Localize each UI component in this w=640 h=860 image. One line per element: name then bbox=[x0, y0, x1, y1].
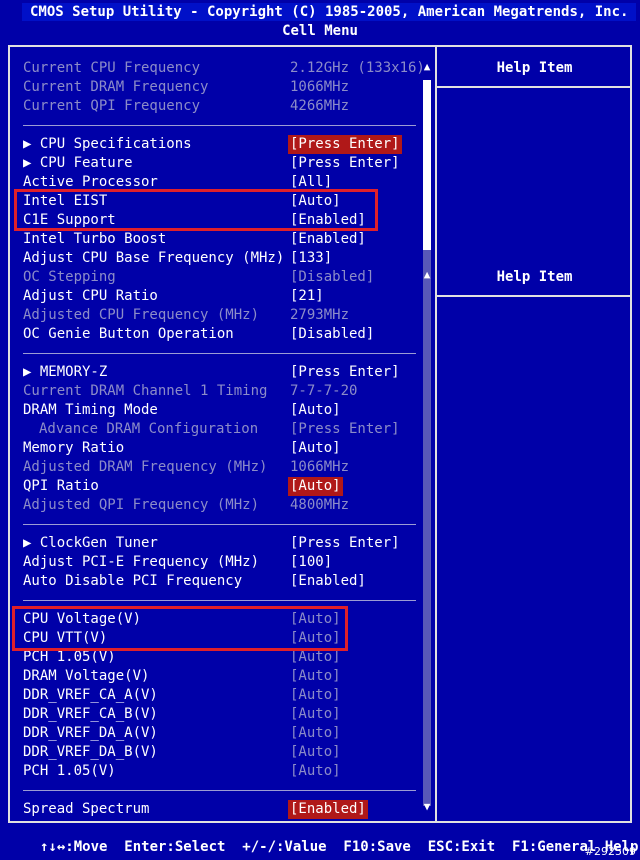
help-item-heading: Help Item bbox=[496, 60, 573, 76]
setting-value[interactable]: [Enabled] bbox=[288, 572, 368, 591]
watermark: #292509 bbox=[584, 845, 636, 858]
setting-label: ▶ CPU Feature bbox=[23, 155, 133, 171]
section-separator bbox=[23, 524, 416, 525]
help-divider-secondary bbox=[437, 295, 632, 297]
setting-label: ▶ MEMORY-Z bbox=[23, 364, 108, 380]
setting-value[interactable]: [Auto] bbox=[288, 743, 343, 762]
setting-value: [Press Enter] bbox=[290, 421, 400, 437]
setting-label: Adjusted CPU Frequency (MHz) bbox=[23, 307, 260, 323]
setting-value[interactable]: [Press Enter] bbox=[288, 534, 402, 553]
setting-value: 1066MHz bbox=[290, 79, 350, 95]
setting-value[interactable]: [Auto] bbox=[288, 705, 343, 724]
copyright-title: CMOS Setup Utility - Copyright (C) 1985-… bbox=[22, 3, 637, 21]
setting-label: Intel EIST bbox=[23, 193, 108, 209]
setting-label: OC Genie Button Operation bbox=[23, 326, 234, 342]
setting-value[interactable]: [Disabled] bbox=[288, 325, 376, 344]
setting-value[interactable]: [Auto] bbox=[288, 401, 343, 420]
setting-value[interactable]: [Auto] bbox=[288, 629, 343, 648]
setting-label: DDR_VREF_DA_A(V) bbox=[23, 725, 158, 741]
setting-value[interactable]: [133] bbox=[288, 249, 334, 268]
setting-label: DRAM Voltage(V) bbox=[23, 668, 150, 684]
setting-label: DRAM Timing Mode bbox=[23, 402, 158, 418]
section-separator bbox=[23, 125, 416, 126]
setting-label: Intel Turbo Boost bbox=[23, 231, 167, 247]
setting-label: Adjust CPU Base Frequency (MHz) bbox=[23, 250, 285, 266]
setting-label: Adjusted DRAM Frequency (MHz) bbox=[23, 459, 268, 475]
setting-value-selected[interactable]: [Enabled] bbox=[288, 800, 368, 819]
setting-label: DDR_VREF_CA_B(V) bbox=[23, 706, 158, 722]
setting-value[interactable]: [Enabled] bbox=[288, 230, 368, 249]
section-separator bbox=[23, 790, 416, 791]
setting-value[interactable]: [Auto] bbox=[288, 192, 343, 211]
up-arrow-icon[interactable]: ▲ bbox=[421, 268, 433, 281]
setting-label: DDR_VREF_CA_A(V) bbox=[23, 687, 158, 703]
setting-value: 1066MHz bbox=[290, 459, 350, 475]
setting-label: Current CPU Frequency bbox=[23, 60, 201, 76]
setting-value[interactable]: [21] bbox=[288, 287, 326, 306]
setting-label: Adjust PCI-E Frequency (MHz) bbox=[23, 554, 260, 570]
setting-label: ▶ CPU Specifications bbox=[23, 136, 192, 152]
setting-value[interactable]: [Press Enter] bbox=[288, 154, 402, 173]
setting-value[interactable]: [Auto] bbox=[288, 762, 343, 781]
setting-value[interactable]: [100] bbox=[288, 553, 334, 572]
section-separator bbox=[23, 353, 416, 354]
help-divider bbox=[437, 86, 632, 88]
setting-label: QPI Ratio bbox=[23, 478, 99, 494]
setting-label: C1E Support bbox=[23, 212, 116, 228]
help-item-heading-secondary: Help Item bbox=[496, 269, 573, 285]
setting-value-selected[interactable]: [Auto] bbox=[288, 477, 343, 496]
setting-value[interactable]: [Auto] bbox=[288, 686, 343, 705]
setting-label: OC Stepping bbox=[23, 269, 116, 285]
setting-value: 7-7-7-20 bbox=[290, 383, 358, 399]
setting-value[interactable]: [Auto] bbox=[288, 667, 343, 686]
setting-value: 2.12GHz (133x16) bbox=[290, 60, 425, 76]
setting-label: Current DRAM Channel 1 Timing bbox=[23, 383, 268, 399]
setting-value: 2793MHz bbox=[290, 307, 350, 323]
setting-value[interactable]: [Auto] bbox=[288, 439, 343, 458]
setting-value: 4800MHz bbox=[290, 497, 350, 513]
up-arrow-icon[interactable]: ▲ bbox=[421, 60, 433, 73]
setting-label: Auto Disable PCI Frequency bbox=[23, 573, 243, 589]
setting-label: PCH 1.05(V) bbox=[23, 763, 116, 779]
setting-value: 4266MHz bbox=[290, 98, 350, 114]
setting-value: [Disabled] bbox=[290, 269, 375, 285]
title-bar: CMOS Setup Utility - Copyright (C) 1985-… bbox=[0, 0, 640, 40]
setting-value[interactable]: [Enabled] bbox=[288, 211, 368, 230]
setting-value[interactable]: [Auto] bbox=[288, 610, 343, 629]
key-help-bar: ↑↓↔:Move Enter:Select +/-/:Value F10:Sav… bbox=[40, 839, 639, 855]
setting-label: Current DRAM Frequency bbox=[23, 79, 209, 95]
setting-label: ▶ ClockGen Tuner bbox=[23, 535, 158, 551]
setting-value-selected[interactable]: [Press Enter] bbox=[288, 135, 402, 154]
setting-value[interactable]: [Auto] bbox=[288, 724, 343, 743]
setting-label: Adjust CPU Ratio bbox=[23, 288, 158, 304]
down-arrow-icon[interactable]: ▼ bbox=[421, 800, 433, 813]
setting-label: DDR_VREF_DA_B(V) bbox=[23, 744, 158, 760]
menu-title: Cell Menu bbox=[282, 23, 358, 39]
setting-label: Memory Ratio bbox=[23, 440, 125, 456]
setting-label: Active Processor bbox=[23, 174, 158, 190]
panel-divider bbox=[435, 45, 437, 823]
setting-value[interactable]: [Press Enter] bbox=[288, 363, 402, 382]
section-separator bbox=[23, 600, 416, 601]
scrollbar-thumb[interactable] bbox=[423, 80, 431, 250]
setting-label: Current QPI Frequency bbox=[23, 98, 201, 114]
setting-label: Spread Spectrum bbox=[23, 801, 150, 817]
setting-label: Advance DRAM Configuration bbox=[39, 421, 259, 437]
setting-label: CPU VTT(V) bbox=[23, 630, 108, 646]
setting-label: PCH 1.05(V) bbox=[23, 649, 116, 665]
setting-label: Adjusted QPI Frequency (MHz) bbox=[23, 497, 260, 513]
setting-label: CPU Voltage(V) bbox=[23, 611, 142, 627]
setting-value[interactable]: [Auto] bbox=[288, 648, 343, 667]
setting-value[interactable]: [All] bbox=[288, 173, 334, 192]
